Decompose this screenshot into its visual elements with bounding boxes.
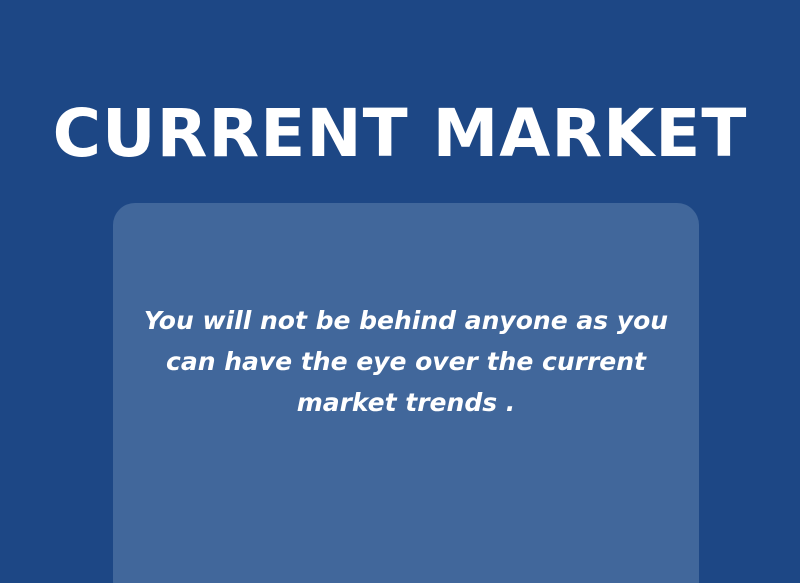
slide: CURRENT MARKET You will not be behind an…: [0, 0, 800, 583]
card-text-line-2: can have the eye over the current: [166, 347, 646, 376]
card-body-text: You will not be behind anyone as you can…: [113, 300, 699, 423]
page-title: CURRENT MARKET: [52, 95, 748, 172]
card-text-line-1: You will not be behind anyone as you: [143, 306, 669, 335]
content-card: You will not be behind anyone as you can…: [113, 203, 699, 583]
card-text-line-3: market trends .: [296, 388, 516, 417]
